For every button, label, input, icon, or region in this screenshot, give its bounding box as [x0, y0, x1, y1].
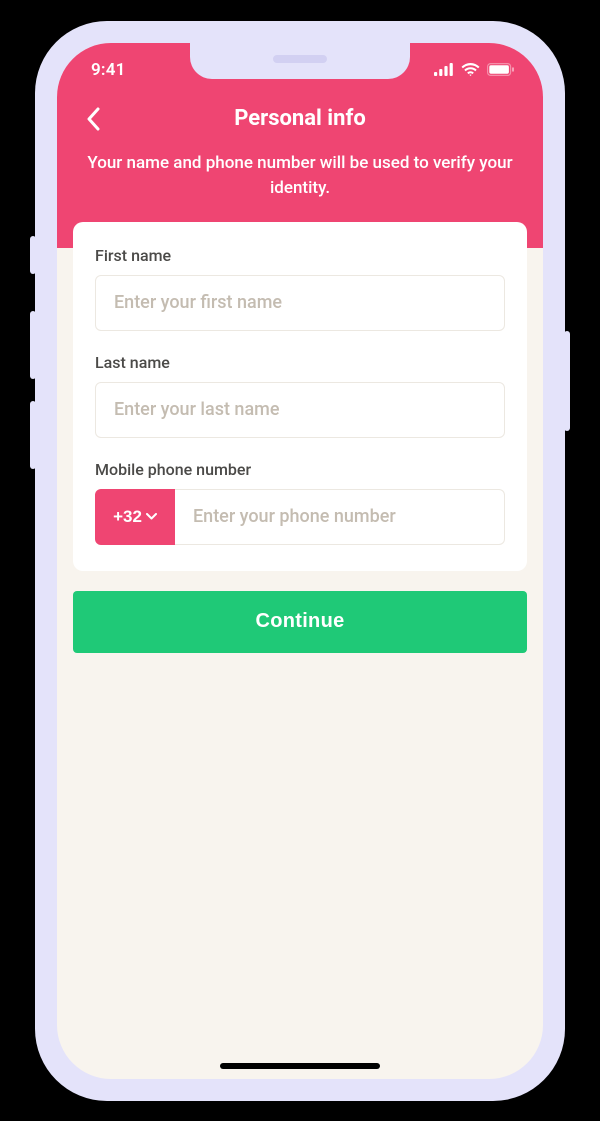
first-name-input[interactable] — [95, 275, 505, 331]
phone-input[interactable] — [175, 489, 505, 545]
home-indicator[interactable] — [220, 1063, 380, 1069]
status-time: 9:41 — [91, 60, 126, 80]
cellular-signal-icon — [434, 63, 454, 76]
last-name-input[interactable] — [95, 382, 505, 438]
side-button — [564, 331, 570, 431]
notch — [190, 43, 410, 79]
first-name-label: First name — [95, 246, 505, 265]
country-code-value: +32 — [113, 507, 142, 527]
phone-field: Mobile phone number +32 — [95, 460, 505, 545]
page-subtitle: Your name and phone number will be used … — [57, 151, 543, 202]
page-title: Personal info — [234, 106, 366, 131]
battery-icon — [487, 63, 515, 76]
screen: 9:41 — [57, 43, 543, 1079]
side-button — [30, 236, 36, 274]
side-button — [30, 401, 36, 469]
wifi-icon — [461, 63, 480, 76]
nav-row: Personal info — [57, 97, 543, 141]
last-name-label: Last name — [95, 353, 505, 372]
phone-frame: 9:41 — [35, 21, 565, 1101]
last-name-field: Last name — [95, 353, 505, 438]
status-icons — [434, 63, 515, 76]
chevron-left-icon — [86, 107, 100, 131]
country-code-button[interactable]: +32 — [95, 489, 175, 545]
continue-button[interactable]: Continue — [73, 591, 527, 653]
back-button[interactable] — [75, 101, 111, 137]
side-button — [30, 311, 36, 379]
first-name-field: First name — [95, 246, 505, 331]
form-card: First name Last name Mobile phone number… — [73, 222, 527, 571]
phone-row: +32 — [95, 489, 505, 545]
chevron-down-icon — [146, 513, 157, 520]
speaker-pill — [273, 55, 327, 63]
phone-label: Mobile phone number — [95, 460, 505, 479]
